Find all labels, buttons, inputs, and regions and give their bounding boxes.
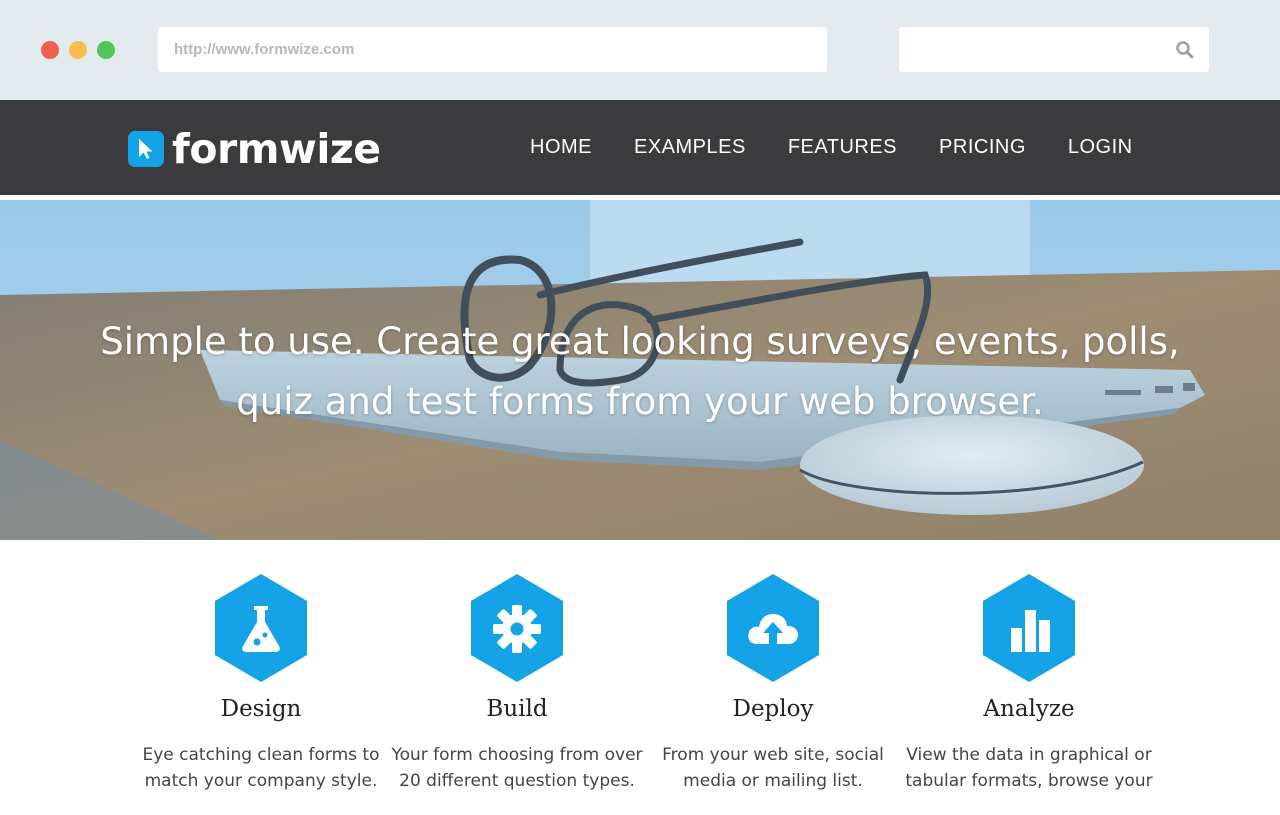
hero-headline-line-2: quiz and test forms from your web browse… xyxy=(236,380,1044,423)
feature-deploy-title: Deploy xyxy=(732,696,814,722)
feature-analyze-desc-line-1: View the data in graphical or xyxy=(906,745,1152,765)
bar-chart-icon xyxy=(1011,610,1050,652)
feature-analyze: Analyze View the data in graphical or ta… xyxy=(899,574,1159,794)
main-menu: HOME EXAMPLES FEATURES PRICING LOGIN xyxy=(509,100,1154,208)
feature-build-desc-line-1: Your form choosing from over xyxy=(391,745,643,765)
feature-build-title: Build xyxy=(486,696,548,722)
address-bar[interactable]: http://www.formwize.com xyxy=(158,27,827,72)
site-header: formwize HOME EXAMPLES FEATURES PRICING … xyxy=(0,100,1280,208)
feature-design-title: Design xyxy=(220,696,302,722)
hero-banner: Simple to use. Create great looking surv… xyxy=(0,200,1280,540)
cursor-logo-icon xyxy=(128,131,164,167)
close-window-button[interactable] xyxy=(41,41,59,59)
feature-build-description: Your form choosing from over 20 differen… xyxy=(387,742,647,794)
hero-headline: Simple to use. Create great looking surv… xyxy=(0,312,1280,432)
feature-design-desc-line-2: match your company style. xyxy=(144,771,378,791)
nav-pricing[interactable]: PRICING xyxy=(918,136,1047,159)
maximize-window-button[interactable] xyxy=(97,41,115,59)
site-logo[interactable]: formwize xyxy=(128,125,381,173)
browser-search-input[interactable] xyxy=(899,27,1209,72)
feature-design-badge xyxy=(213,574,309,682)
search-icon[interactable] xyxy=(1175,40,1195,60)
feature-build-desc-line-2: 20 different question types. xyxy=(399,771,635,791)
nav-home[interactable]: HOME xyxy=(509,136,613,208)
feature-design-desc-line-1: Eye catching clean forms to xyxy=(142,745,380,765)
feature-deploy-description: From your web site, social media or mail… xyxy=(643,742,903,794)
feature-deploy-desc-line-2: media or mailing list. xyxy=(683,771,863,791)
browser-chrome: http://www.formwize.com xyxy=(0,0,1280,100)
feature-design-description: Eye catching clean forms to match your c… xyxy=(131,742,391,794)
address-bar-url: http://www.formwize.com xyxy=(174,41,355,58)
minimize-window-button[interactable] xyxy=(69,41,87,59)
cloud-upload-icon xyxy=(748,613,799,644)
flask-icon xyxy=(242,606,280,652)
feature-build: Build Your form choosing from over 20 di… xyxy=(387,574,647,794)
feature-analyze-desc-line-2: tabular formats, browse your xyxy=(905,771,1153,791)
hero-headline-line-1: Simple to use. Create great looking surv… xyxy=(100,320,1180,363)
logo-wordmark: formwize xyxy=(172,125,381,173)
feature-design: Design Eye catching clean forms to match… xyxy=(131,574,391,794)
feature-deploy-badge xyxy=(725,574,821,682)
feature-deploy-desc-line-1: From your web site, social xyxy=(662,745,884,765)
feature-analyze-badge xyxy=(981,574,1077,682)
gear-icon xyxy=(493,605,541,653)
nav-login[interactable]: LOGIN xyxy=(1047,136,1154,159)
feature-deploy: Deploy From your web site, social media … xyxy=(643,574,903,794)
nav-features[interactable]: FEATURES xyxy=(767,136,918,159)
features-section: Design Eye catching clean forms to match… xyxy=(0,540,1280,815)
feature-analyze-title: Analyze xyxy=(983,696,1075,722)
feature-analyze-description: View the data in graphical or tabular fo… xyxy=(899,742,1159,794)
nav-examples[interactable]: EXAMPLES xyxy=(613,136,767,159)
feature-build-badge xyxy=(469,574,565,682)
